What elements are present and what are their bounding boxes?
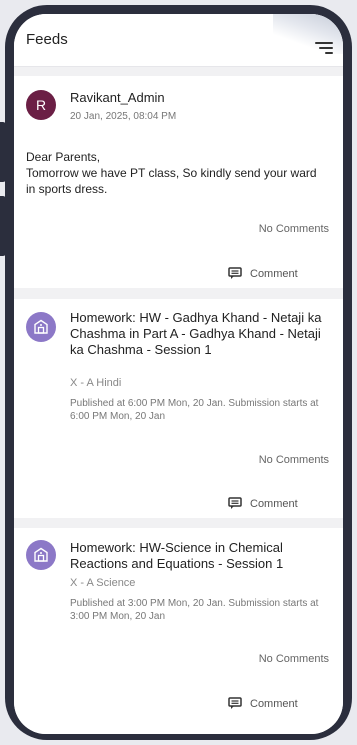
app-header: Feeds: [14, 14, 343, 67]
homework-class: X - A Science: [70, 577, 136, 589]
avatar: R: [26, 90, 56, 120]
post-message-line: Tomorrow we have PT class, So kindly sen…: [26, 166, 317, 196]
comments-status: No Comments: [258, 653, 329, 665]
feed-card-homework: Homework: HW-Science in Chemical Reactio…: [14, 528, 343, 734]
post-message-line: Dear Parents,: [26, 150, 101, 164]
comment-label: Comment: [250, 497, 298, 510]
school-icon: [34, 547, 48, 562]
homework-title: Homework: HW - Gadhya Khand - Netaji ka …: [70, 310, 322, 357]
comment-button[interactable]: Comment: [228, 497, 298, 510]
app-screen: Feeds R Ravikant_Admin 20 Jan, 2025, 08:…: [14, 14, 343, 734]
post-message: Dear Parents, Tomorrow we have PT class,…: [26, 149, 329, 197]
avatar: [26, 312, 56, 342]
comment-icon: [228, 697, 242, 709]
comments-status: No Comments: [258, 454, 329, 466]
comment-icon: [228, 267, 242, 279]
post-author: Ravikant_Admin: [70, 90, 165, 105]
avatar-letter: R: [35, 97, 47, 113]
filter-icon[interactable]: [315, 42, 333, 56]
comment-label: Comment: [250, 697, 298, 710]
comment-label: Comment: [250, 267, 298, 280]
feed-card-homework: Homework: HW - Gadhya Khand - Netaji ka …: [14, 299, 343, 518]
feed-card-notice: R Ravikant_Admin 20 Jan, 2025, 08:04 PM …: [14, 76, 343, 288]
comments-status: No Comments: [258, 223, 329, 235]
homework-title: Homework: HW-Science in Chemical Reactio…: [70, 540, 284, 571]
homework-published: Published at 3:00 PM Mon, 20 Jan. Submis…: [70, 598, 319, 622]
post-date: 20 Jan, 2025, 08:04 PM: [70, 111, 177, 122]
school-icon: [34, 319, 48, 334]
homework-published: Published at 6:00 PM Mon, 20 Jan. Submis…: [70, 398, 319, 422]
comment-button[interactable]: Comment: [228, 697, 298, 710]
comment-icon: [228, 497, 242, 509]
homework-class: X - A Hindi: [70, 377, 122, 389]
page-title: Feeds: [26, 31, 68, 48]
comment-button[interactable]: Comment: [228, 267, 298, 280]
avatar: [26, 540, 56, 570]
